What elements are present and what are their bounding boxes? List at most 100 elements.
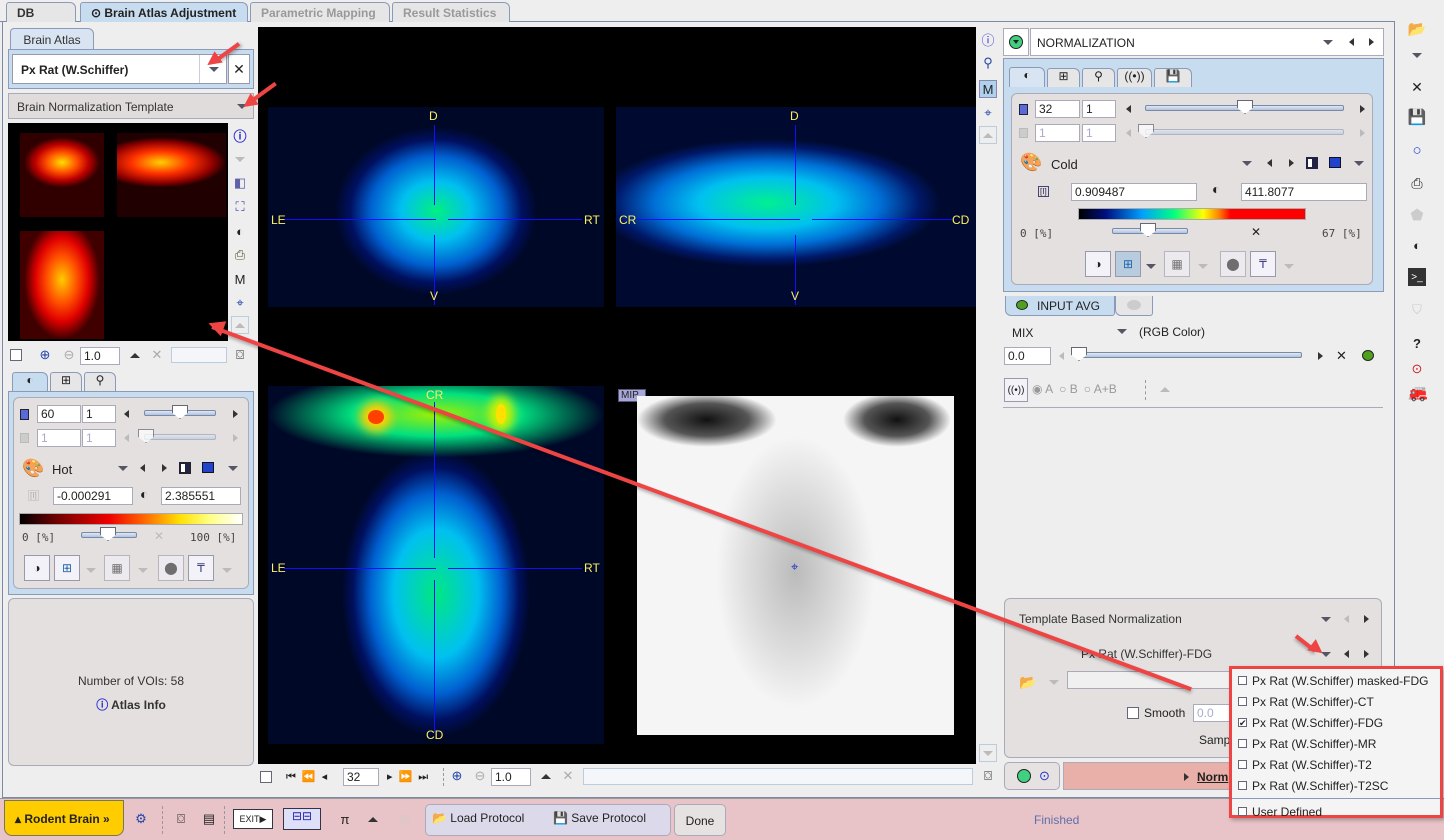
frame2-step-input[interactable]: 1 [1082, 124, 1116, 142]
tab-layout[interactable]: ⊞ [1047, 68, 1080, 87]
prev-lut-icon[interactable] [1267, 159, 1272, 167]
lut-options-icon[interactable] [228, 466, 238, 471]
lut-max-input[interactable]: 2.385551 [161, 487, 241, 505]
3d-lut-icon[interactable] [1329, 157, 1341, 168]
3d-lut-icon[interactable] [202, 462, 214, 473]
prev-frame-icon[interactable] [124, 410, 129, 418]
module-button[interactable]: ▴ Rodent Brain » [4, 800, 124, 836]
done-button[interactable]: Done [674, 804, 726, 836]
mix-select[interactable]: MIX [1012, 326, 1033, 340]
expand-up-icon[interactable] [364, 810, 382, 828]
mix-prev-icon[interactable] [1059, 352, 1064, 360]
info-icon[interactable]: ⓘ [231, 126, 249, 144]
chevron-down-icon[interactable] [231, 150, 249, 168]
slice-navigation[interactable]: ⏮⏪◂ [286, 770, 333, 784]
smooth-value-input[interactable]: 0.0 [1193, 704, 1233, 722]
exit-icon[interactable]: EXIT▶ [233, 809, 273, 829]
tab-colormap[interactable]: ◐ [1009, 67, 1045, 87]
frame-slider-thumb[interactable] [1237, 100, 1253, 114]
grid-dropdown-icon[interactable] [138, 568, 148, 573]
lut-shape-button[interactable]: ◑ [24, 555, 50, 581]
zoom-out-icon[interactable]: ⊖ [471, 767, 489, 785]
lut-tree-button[interactable]: ⊞ [54, 555, 80, 581]
tool-icon[interactable]: π [336, 810, 354, 828]
cold-colorbar[interactable] [1078, 208, 1306, 220]
auto-range-icon[interactable]: ◐ [140, 486, 148, 502]
copyright-icon[interactable]: © [396, 810, 414, 828]
next-lut-icon[interactable] [162, 464, 167, 472]
palette-icon[interactable]: 🎨 [22, 458, 44, 479]
sync-checkbox[interactable] [10, 349, 22, 361]
atlas-info-button[interactable]: ⓘ Atlas Info [9, 696, 253, 713]
left-zoom-input[interactable]: 1.0 [80, 347, 120, 365]
prev-lut-icon[interactable] [140, 464, 145, 472]
prev-template-icon[interactable] [1344, 650, 1349, 658]
next-fast-icon[interactable]: ⏩ [399, 771, 419, 783]
last-slice-icon[interactable]: ⏭ [418, 771, 434, 783]
viewer-pan-scrollbar[interactable] [583, 768, 973, 785]
reset-percent-icon[interactable]: ✕ [1251, 225, 1261, 239]
load-protocol-button[interactable]: 📂 Load Protocol [432, 811, 524, 825]
hot-colorbar[interactable] [19, 513, 243, 525]
tree-dropdown-icon[interactable] [86, 568, 96, 573]
zoom-up-button[interactable] [537, 767, 555, 785]
grid-overlay-button[interactable]: ▦ [1164, 251, 1190, 277]
smooth-checkbox[interactable] [1127, 707, 1139, 719]
crosshair-icon[interactable]: ⌖ [231, 294, 249, 312]
view-transverse[interactable]: D V LE RT [268, 107, 604, 307]
view-coronal[interactable]: CR CD LE RT [268, 386, 604, 744]
view-sagittal[interactable]: D V CR CD [616, 107, 976, 307]
left-pan-scrollbar[interactable] [171, 347, 227, 363]
help-icon[interactable]: ? [1408, 334, 1426, 352]
frame2-slider[interactable] [144, 434, 216, 440]
clear-atlas-button[interactable]: ✕ [228, 54, 250, 84]
crosshair-icon[interactable]: ⌖ [979, 104, 997, 122]
lut-max-input[interactable]: 411.8077 [1241, 183, 1367, 201]
next-mode-icon[interactable] [1369, 38, 1374, 46]
grid-dropdown-icon[interactable] [1198, 264, 1208, 269]
lut-min-input[interactable]: 0.909487 [1071, 183, 1197, 201]
frame-input[interactable]: 32 [1035, 100, 1080, 118]
zoom-in-icon[interactable]: ⊕ [448, 767, 466, 785]
brain-icon[interactable]: ⬟ [1408, 206, 1426, 224]
view-mip[interactable]: ⌖ [637, 396, 954, 735]
dropdown-item[interactable]: ✔ Px Rat (W.Schiffer)-FDG [1232, 712, 1440, 733]
tab-parametric-mapping[interactable]: Parametric Mapping [250, 2, 390, 22]
mode-dropdown-icon[interactable] [1323, 40, 1333, 45]
dropdown-item[interactable]: Px Rat (W.Schiffer) masked-FDG [1232, 670, 1440, 691]
frame-slider-thumb[interactable] [172, 405, 188, 419]
info-icon[interactable]: ⓘ [979, 30, 997, 48]
camera-icon[interactable]: ⌼ [979, 767, 997, 785]
frame2-slider-thumb[interactable] [1138, 124, 1154, 138]
save-protocol-button[interactable]: 💾 Save Protocol [553, 811, 646, 825]
image-viewer[interactable]: D V LE RT D V CR CD CR CD LE RT MIP ⌖ [258, 27, 976, 764]
palette-icon[interactable]: 🎨 [1020, 152, 1042, 173]
tab-result-statistics[interactable]: Result Statistics [392, 2, 510, 22]
invert-lut-icon[interactable] [179, 462, 191, 474]
template-select[interactable]: Brain Normalization Template [8, 93, 254, 119]
scroll-down-button[interactable] [979, 744, 997, 762]
method-dropdown-icon[interactable] [1321, 617, 1331, 622]
circle-button[interactable]: ⬤ [158, 555, 184, 581]
tab-layout[interactable]: ⊞ [50, 372, 82, 392]
print-icon[interactable]: ⎙ [1408, 174, 1426, 192]
prev-slice-icon[interactable]: ◂ [322, 771, 334, 783]
terminal-icon[interactable]: >_ [1408, 268, 1426, 286]
next-frame-icon[interactable] [233, 410, 238, 418]
tab-db-load[interactable]: DB Load [6, 2, 76, 34]
mix-dropdown-icon[interactable] [1117, 329, 1127, 334]
prev-method-icon[interactable] [1344, 615, 1349, 623]
tab-signal[interactable]: ((•)) [1117, 68, 1152, 87]
tab-save[interactable]: 💾 [1154, 68, 1192, 87]
mix-reset-icon[interactable]: ✕ [1336, 348, 1347, 364]
next-lut-icon[interactable] [1289, 159, 1294, 167]
open-folder-icon[interactable]: 📂 [1019, 674, 1036, 691]
octagon-icon[interactable]: ○ [1408, 141, 1426, 159]
save-icon[interactable]: 💾 [1408, 108, 1427, 126]
mix-value-input[interactable]: 0.0 [1004, 347, 1051, 365]
zoom-out-icon[interactable]: ⊖ [60, 346, 78, 364]
percent-slider-thumb[interactable] [100, 527, 116, 541]
text-overlay-button[interactable]: ₸ [1250, 251, 1276, 277]
open-folder-icon[interactable]: 📂 [1408, 20, 1427, 38]
scroll-up-button[interactable] [979, 126, 997, 144]
